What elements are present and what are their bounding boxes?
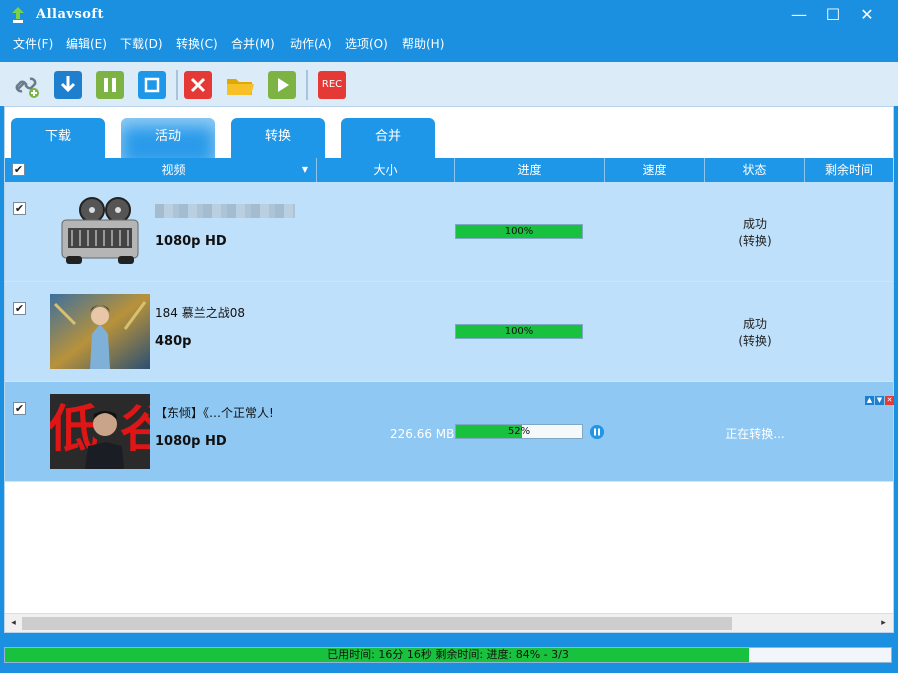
toolbar-separator — [306, 70, 308, 100]
anime-thumbnail — [50, 294, 150, 369]
menu-help[interactable]: 帮助(H) — [402, 35, 444, 52]
title-bar: Allavsoft — ☐ ✕ — [0, 0, 898, 31]
table-row[interactable]: ✔ 184 慕兰之战08 480p 100% 成功 (转换) — [5, 282, 893, 382]
row-progress-bar: 100% — [455, 224, 583, 239]
record-label: REC — [321, 79, 343, 90]
overall-status-text: 已用时间: 16分 16秒 剩余时间: 进度: 84% - 3/3 — [327, 648, 569, 661]
open-folder-icon[interactable] — [226, 71, 254, 99]
portrait-thumbnail: 低 谷 — [50, 394, 150, 469]
app-title: Allavsoft — [36, 7, 105, 22]
video-quality: 480p — [155, 334, 192, 349]
movie-projector-thumbnail — [61, 197, 139, 264]
video-quality: 1080p HD — [155, 234, 227, 249]
row-progress-bar: 52% — [455, 424, 583, 439]
add-link-icon[interactable] — [12, 71, 40, 99]
video-title: 【东倾】《…个正常人! — [155, 406, 274, 420]
remove-icon[interactable]: ✕ — [885, 396, 894, 405]
tab-bar: 下载 活动 转换 合并 — [5, 107, 893, 158]
toolbar: REC — [0, 62, 898, 106]
menu-options[interactable]: 选项(O) — [345, 35, 388, 52]
menu-edit[interactable]: 编辑(E) — [66, 35, 107, 52]
table-row[interactable]: ✔ 低 谷 【东倾】《…个正常人! 1080p HD 226.66 MB 52% — [5, 382, 894, 482]
menu-file[interactable]: 文件(F) — [13, 35, 53, 52]
column-progress[interactable]: 进度 — [455, 158, 605, 182]
tab-download[interactable]: 下载 — [11, 118, 105, 158]
title-redacted — [155, 204, 295, 218]
status-detail: (转换) — [738, 334, 772, 348]
tab-active[interactable]: 活动 — [121, 118, 215, 158]
video-quality: 1080p HD — [155, 434, 227, 449]
menu-convert[interactable]: 转换(C) — [176, 35, 218, 52]
sort-down-icon: ▼ — [301, 165, 308, 174]
menu-merge[interactable]: 合并(M) — [231, 35, 275, 52]
horizontal-scrollbar[interactable]: ◂ ▸ — [5, 613, 893, 632]
toolbar-separator — [176, 70, 178, 100]
column-size[interactable]: 大小 — [317, 158, 455, 182]
menu-action[interactable]: 动作(A) — [290, 35, 332, 52]
scroll-left-icon[interactable]: ◂ — [6, 616, 21, 631]
progress-label: 52% — [507, 426, 531, 437]
minimize-button[interactable]: — — [782, 2, 816, 28]
column-header: ✔ 视频 ▼ 大小 进度 速度 状态 剩余时间 — [5, 158, 893, 182]
row-progress-bar: 100% — [455, 324, 583, 339]
record-icon[interactable]: REC — [318, 71, 346, 99]
table-row[interactable]: ✔ 1080p HD 100% 成功 (转换) — [5, 182, 893, 282]
status-detail: (转换) — [738, 234, 772, 248]
pause-icon[interactable] — [96, 71, 124, 99]
stop-icon[interactable] — [138, 71, 166, 99]
download-icon[interactable] — [54, 71, 82, 99]
column-remaining[interactable]: 剩余时间 — [805, 158, 893, 182]
status-text: 正在转换... — [725, 427, 785, 441]
row-status: 成功 (转换) — [705, 316, 805, 350]
close-button[interactable]: ✕ — [850, 2, 884, 28]
row-checkbox[interactable]: ✔ — [13, 402, 26, 415]
delete-icon[interactable] — [184, 71, 212, 99]
video-size: 226.66 MB — [390, 427, 455, 441]
row-checkbox[interactable]: ✔ — [13, 302, 26, 315]
status-text: 成功 — [742, 317, 767, 331]
progress-label: 100% — [504, 226, 534, 237]
row-status: 正在转换... — [705, 426, 805, 443]
progress-label: 100% — [504, 326, 534, 337]
select-all-checkbox[interactable]: ✔ — [12, 163, 25, 176]
move-up-icon[interactable]: ▲ — [865, 396, 874, 405]
row-pause-icon[interactable] — [590, 425, 604, 439]
row-status: 成功 (转换) — [705, 216, 805, 250]
tab-convert[interactable]: 转换 — [231, 118, 325, 158]
play-icon[interactable] — [268, 71, 296, 99]
video-title: 184 慕兰之战08 — [155, 306, 245, 320]
column-video[interactable]: 视频 ▼ — [31, 158, 317, 182]
scroll-right-icon[interactable]: ▸ — [876, 616, 891, 631]
status-text: 成功 — [742, 217, 767, 231]
move-down-icon[interactable]: ▼ — [875, 396, 884, 405]
menu-download[interactable]: 下载(D) — [120, 35, 163, 52]
svg-text:谷: 谷 — [120, 400, 150, 458]
main-panel: 下载 活动 转换 合并 ✔ 视频 ▼ 大小 进度 速度 状态 剩余时间 ✔ 10… — [4, 106, 894, 633]
column-speed[interactable]: 速度 — [605, 158, 705, 182]
status-bar: 已用时间: 16分 16秒 剩余时间: 进度: 84% - 3/3 — [4, 647, 892, 663]
row-checkbox[interactable]: ✔ — [13, 202, 26, 215]
menu-bar: 文件(F) 编辑(E) 下载(D) 转换(C) 合并(M) 动作(A) 选项(O… — [0, 31, 898, 55]
column-status[interactable]: 状态 — [705, 158, 805, 182]
tab-merge[interactable]: 合并 — [341, 118, 435, 158]
scrollbar-thumb[interactable] — [22, 617, 732, 630]
app-logo-icon — [12, 7, 24, 23]
maximize-button[interactable]: ☐ — [816, 2, 850, 28]
